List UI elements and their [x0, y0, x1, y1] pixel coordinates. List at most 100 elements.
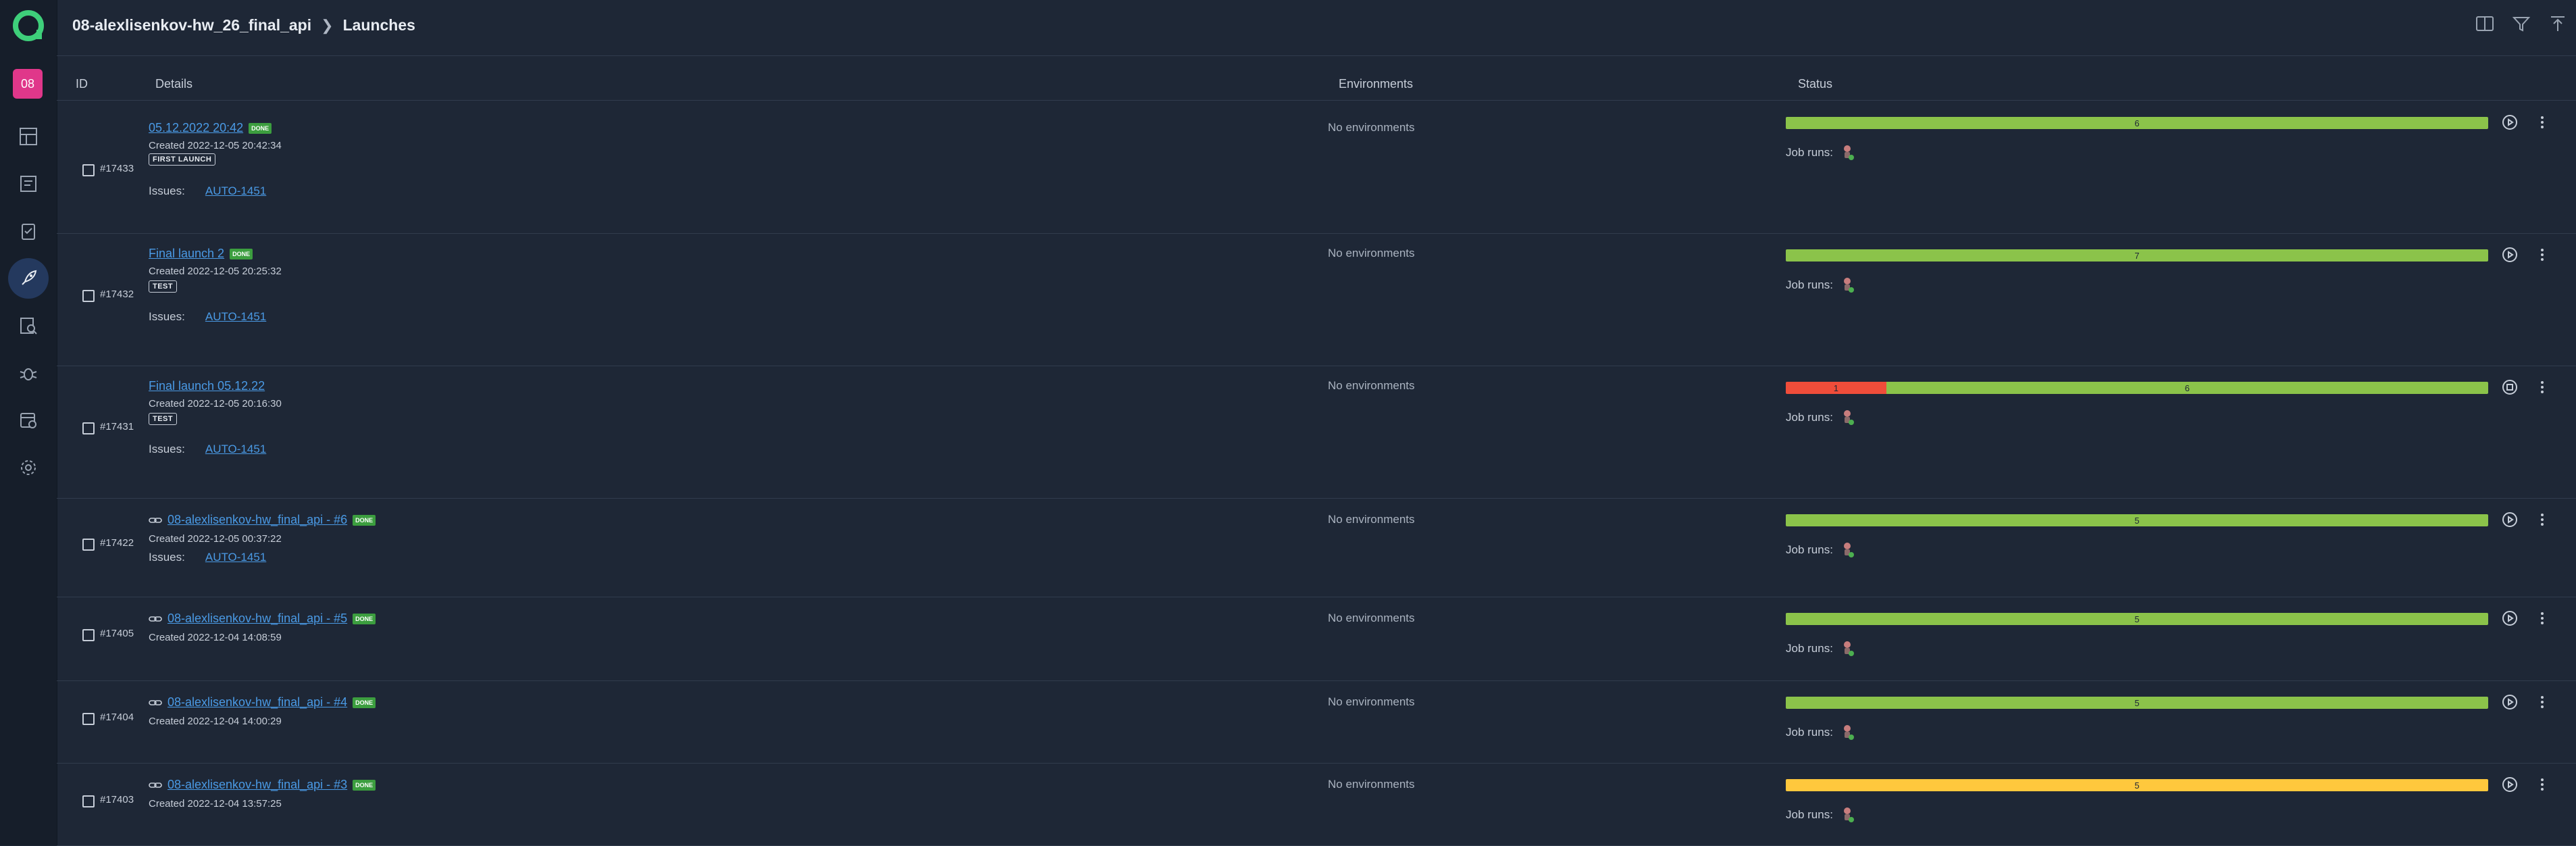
job-run-avatar-icon[interactable]: [1841, 640, 1855, 657]
row-actions: [2502, 694, 2550, 714]
issues-line: Issues: AUTO-1451: [149, 310, 266, 324]
row-checkbox[interactable]: [82, 164, 95, 176]
test-cases-icon[interactable]: [14, 169, 43, 199]
launches-icon[interactable]: [8, 258, 49, 299]
status-bar[interactable]: 5: [1786, 697, 2488, 709]
launch-title-link[interactable]: Final launch 2: [149, 247, 224, 261]
test-plans-icon[interactable]: [14, 216, 43, 246]
issues-label: Issues:: [149, 310, 185, 323]
status-bar[interactable]: 7: [1786, 249, 2488, 262]
table-row[interactable]: #17405 08-alexlisenkov-hw_final_api - #5 D…: [57, 597, 2576, 681]
launch-title-link[interactable]: 08-alexlisenkov-hw_final_api - #4: [168, 695, 347, 710]
status-segment-green[interactable]: 5: [1786, 697, 2488, 709]
done-badge: DONE: [353, 514, 376, 526]
job-run-avatar-icon[interactable]: [1841, 541, 1855, 559]
more-options-icon[interactable]: [2534, 512, 2550, 531]
play-icon[interactable]: [2502, 512, 2518, 531]
launch-title-line: Final launch 05.12.22: [149, 379, 265, 393]
row-checkbox[interactable]: [82, 422, 95, 434]
play-icon[interactable]: [2502, 247, 2518, 266]
filter-icon[interactable]: [2511, 14, 2531, 34]
launch-id: #17433: [100, 163, 134, 174]
created-date: Created 2022-12-04 13:57:25: [149, 798, 282, 810]
status-segment-green[interactable]: 6: [1786, 117, 2488, 129]
job-run-avatar-icon[interactable]: [1841, 144, 1855, 161]
stop-icon[interactable]: [2502, 379, 2518, 399]
table-row[interactable]: #17404 08-alexlisenkov-hw_final_api - #4 D…: [57, 680, 2576, 764]
job-runs-label: Job runs:: [1786, 278, 1833, 291]
created-date: Created 2022-12-04 14:08:59: [149, 632, 282, 643]
job-runs-label: Job runs:: [1786, 543, 1833, 556]
job-runs-label: Job runs:: [1786, 411, 1833, 424]
done-badge: DONE: [353, 779, 376, 791]
status-bar[interactable]: 16: [1786, 382, 2488, 394]
table-row[interactable]: #17403 08-alexlisenkov-hw_final_api - #3 D…: [57, 763, 2576, 846]
job-run-avatar-icon[interactable]: [1841, 276, 1855, 294]
launch-title-link[interactable]: 08-alexlisenkov-hw_final_api - #6: [168, 513, 347, 527]
more-options-icon[interactable]: [2534, 776, 2550, 796]
bugs-icon[interactable]: [14, 358, 43, 388]
analysis-icon[interactable]: [14, 311, 43, 341]
breadcrumb-separator-icon: ❯: [321, 16, 334, 34]
status-segment-yellow[interactable]: 5: [1786, 779, 2488, 791]
column-id: ID: [76, 77, 88, 91]
play-icon[interactable]: [2502, 694, 2518, 714]
top-header: 08-alexlisenkov-hw_26_final_api ❯ Launch…: [57, 0, 2576, 56]
launch-title-line: Final launch 2 DONE: [149, 247, 253, 261]
compare-icon[interactable]: [2475, 14, 2495, 34]
play-icon[interactable]: [2502, 114, 2518, 134]
status-segment-green[interactable]: 5: [1786, 514, 2488, 526]
row-actions: [2502, 114, 2550, 134]
status-bar[interactable]: 5: [1786, 779, 2488, 791]
more-options-icon[interactable]: [2534, 247, 2550, 266]
collapse-icon[interactable]: [2548, 14, 2568, 34]
link-icon: [149, 780, 162, 790]
breadcrumb-project[interactable]: 08-alexlisenkov-hw_26_final_api: [72, 16, 311, 34]
more-options-icon[interactable]: [2534, 114, 2550, 134]
environments-icon[interactable]: [14, 405, 43, 435]
play-icon[interactable]: [2502, 776, 2518, 796]
dashboard-icon[interactable]: [14, 122, 43, 151]
row-checkbox[interactable]: [82, 539, 95, 551]
play-icon[interactable]: [2502, 610, 2518, 630]
more-options-icon[interactable]: [2534, 694, 2550, 714]
issue-link[interactable]: AUTO-1451: [205, 310, 266, 323]
job-run-avatar-icon[interactable]: [1841, 409, 1855, 426]
launch-title-link[interactable]: 08-alexlisenkov-hw_final_api - #5: [168, 612, 347, 626]
row-checkbox[interactable]: [82, 713, 95, 725]
row-checkbox[interactable]: [82, 795, 95, 807]
more-options-icon[interactable]: [2534, 610, 2550, 630]
job-run-avatar-icon[interactable]: [1841, 724, 1855, 741]
launch-title-link[interactable]: Final launch 05.12.22: [149, 379, 265, 393]
more-options-icon[interactable]: [2534, 379, 2550, 399]
row-checkbox[interactable]: [82, 629, 95, 641]
launch-title-link[interactable]: 05.12.2022 20:42: [149, 121, 243, 135]
issue-link[interactable]: AUTO-1451: [205, 551, 266, 564]
status-bar[interactable]: 6: [1786, 117, 2488, 129]
issue-link[interactable]: AUTO-1451: [205, 443, 266, 455]
job-run-avatar-icon[interactable]: [1841, 806, 1855, 824]
table-row[interactable]: #17431 Final launch 05.12.22 Created 2022-…: [57, 366, 2576, 499]
created-date: Created 2022-12-05 20:16:30: [149, 398, 282, 409]
sidebar: 08: [0, 0, 57, 845]
settings-icon[interactable]: [14, 453, 43, 482]
status-bar[interactable]: 5: [1786, 514, 2488, 526]
status-segment-green[interactable]: 7: [1786, 249, 2488, 262]
table-row[interactable]: #17432 Final launch 2 DONE Created 2022-12-…: [57, 233, 2576, 366]
status-bar[interactable]: 5: [1786, 613, 2488, 625]
status-segment-green[interactable]: 6: [1886, 382, 2488, 394]
status-segment-green[interactable]: 5: [1786, 613, 2488, 625]
job-runs-label: Job runs:: [1786, 808, 1833, 821]
app-logo-icon[interactable]: [12, 9, 45, 42]
launch-title-link[interactable]: 08-alexlisenkov-hw_final_api - #3: [168, 778, 347, 792]
job-runs-label: Job runs:: [1786, 726, 1833, 739]
launch-id: #17432: [100, 289, 134, 300]
row-checkbox[interactable]: [82, 290, 95, 302]
table-row[interactable]: #17433 05.12.2022 20:42 DONE Created 2022-1…: [57, 101, 2576, 234]
status-segment-red[interactable]: 1: [1786, 382, 1886, 394]
issue-link[interactable]: AUTO-1451: [205, 184, 266, 197]
row-actions: [2502, 512, 2550, 531]
issues-line: Issues: AUTO-1451: [149, 184, 266, 198]
project-badge[interactable]: 08: [13, 69, 43, 99]
table-row[interactable]: #17422 08-alexlisenkov-hw_final_api - #6 D…: [57, 498, 2576, 597]
